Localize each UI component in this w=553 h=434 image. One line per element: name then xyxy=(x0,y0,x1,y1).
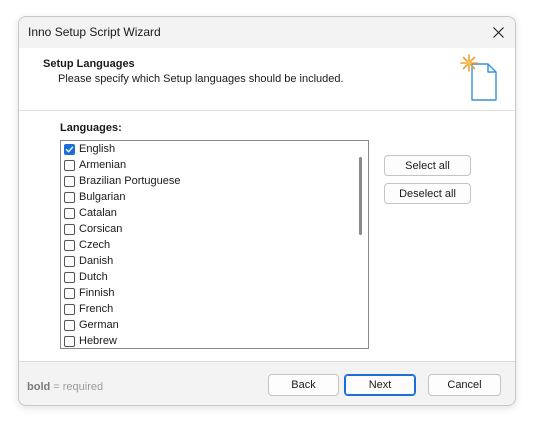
language-label: Corsican xyxy=(79,223,123,235)
language-item[interactable]: Bulgarian xyxy=(61,189,353,205)
language-item[interactable]: Hebrew xyxy=(61,333,353,348)
cancel-button[interactable]: Cancel xyxy=(428,374,501,396)
language-label: English xyxy=(79,143,116,155)
language-label: Dutch xyxy=(79,271,108,283)
scrollbar-thumb[interactable] xyxy=(359,157,362,235)
content-area: Languages: English Armenian Brazilian Port… xyxy=(19,111,515,362)
close-button[interactable] xyxy=(481,17,515,48)
language-item[interactable]: Brazilian Portuguese xyxy=(61,173,353,189)
language-checkbox[interactable] xyxy=(64,143,75,155)
language-item[interactable]: Armenian xyxy=(61,157,353,173)
language-label: German xyxy=(79,319,119,331)
checkmark-icon xyxy=(65,146,74,152)
language-label: Finnish xyxy=(79,287,115,299)
languages-label: Languages: xyxy=(60,122,122,134)
deselect-all-button[interactable]: Deselect all xyxy=(384,183,471,204)
language-label: Armenian xyxy=(79,159,127,171)
language-checkbox[interactable] xyxy=(64,239,75,251)
language-item[interactable]: Dutch xyxy=(61,269,353,285)
language-checkbox[interactable] xyxy=(64,319,75,331)
language-item[interactable]: Czech xyxy=(61,237,353,253)
language-label: Bulgarian xyxy=(79,191,126,203)
listbox-scrollbar[interactable] xyxy=(354,141,368,348)
language-checkbox[interactable] xyxy=(64,175,75,187)
back-button[interactable]: Back xyxy=(268,374,339,396)
language-item[interactable]: French xyxy=(61,301,353,317)
language-checkbox[interactable] xyxy=(64,223,75,235)
language-item[interactable]: Finnish xyxy=(61,285,353,301)
language-checkbox[interactable] xyxy=(64,271,75,283)
next-button[interactable]: Next xyxy=(344,374,416,396)
language-checkbox[interactable] xyxy=(64,159,75,171)
language-label: French xyxy=(79,303,114,315)
language-label: Brazilian Portuguese xyxy=(79,175,181,187)
header-panel: Setup Languages Please specify which Set… xyxy=(19,48,515,111)
page-subheading: Please specify which Setup languages sho… xyxy=(58,73,344,85)
language-checkbox[interactable] xyxy=(64,335,75,347)
wizard-document-icon xyxy=(460,54,497,101)
language-checkbox[interactable] xyxy=(64,287,75,299)
language-checkbox[interactable] xyxy=(64,207,75,219)
required-hint-text: = required xyxy=(50,381,104,393)
required-hint-bold: bold xyxy=(27,381,51,393)
page-heading: Setup Languages xyxy=(43,58,135,70)
languages-list: English Armenian Brazilian Portuguese Bulga… xyxy=(61,141,353,348)
language-item[interactable]: English xyxy=(61,141,353,157)
title-bar: Inno Setup Script Wizard xyxy=(19,17,515,48)
language-label: Catalan xyxy=(79,207,117,219)
language-checkbox[interactable] xyxy=(64,255,75,267)
language-checkbox[interactable] xyxy=(64,303,75,315)
language-checkbox[interactable] xyxy=(64,191,75,203)
language-item[interactable]: Danish xyxy=(61,253,353,269)
wizard-window: Inno Setup Script Wizard Setup Languages… xyxy=(18,16,516,406)
select-all-button[interactable]: Select all xyxy=(384,155,471,176)
language-item[interactable]: Catalan xyxy=(61,205,353,221)
language-label: Czech xyxy=(79,239,111,251)
close-icon xyxy=(492,27,504,38)
language-item[interactable]: German xyxy=(61,317,353,333)
window-title: Inno Setup Script Wizard xyxy=(28,25,161,39)
language-item[interactable]: Corsican xyxy=(61,221,353,237)
language-label: Danish xyxy=(79,255,114,267)
language-label: Hebrew xyxy=(79,335,117,347)
required-hint: bold = required xyxy=(27,381,103,393)
languages-listbox[interactable]: English Armenian Brazilian Portuguese Bulga… xyxy=(60,140,369,349)
